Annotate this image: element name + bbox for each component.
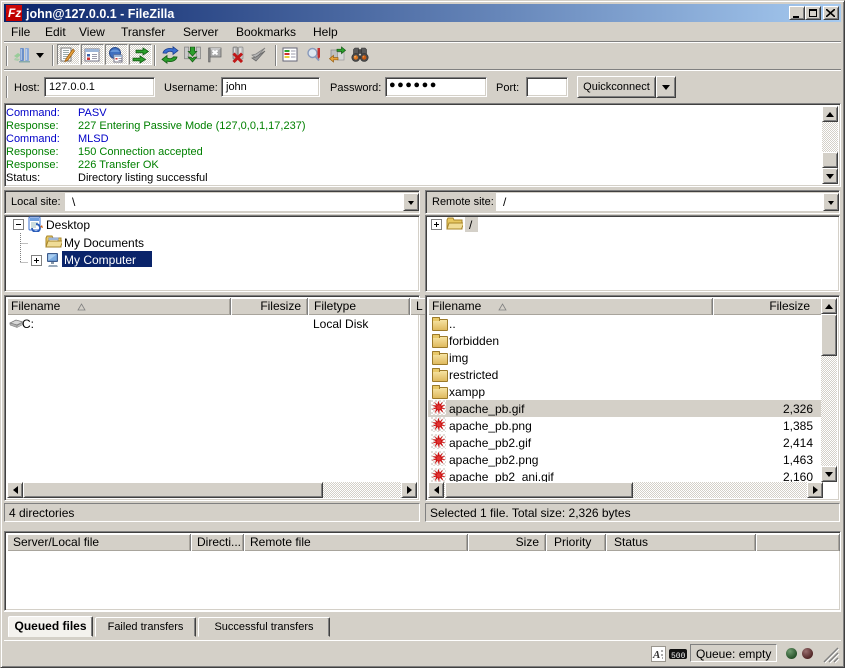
svg-text:500: 500 xyxy=(671,652,686,660)
svg-text:A: A xyxy=(652,649,660,661)
svg-text:Fz: Fz xyxy=(8,6,21,20)
